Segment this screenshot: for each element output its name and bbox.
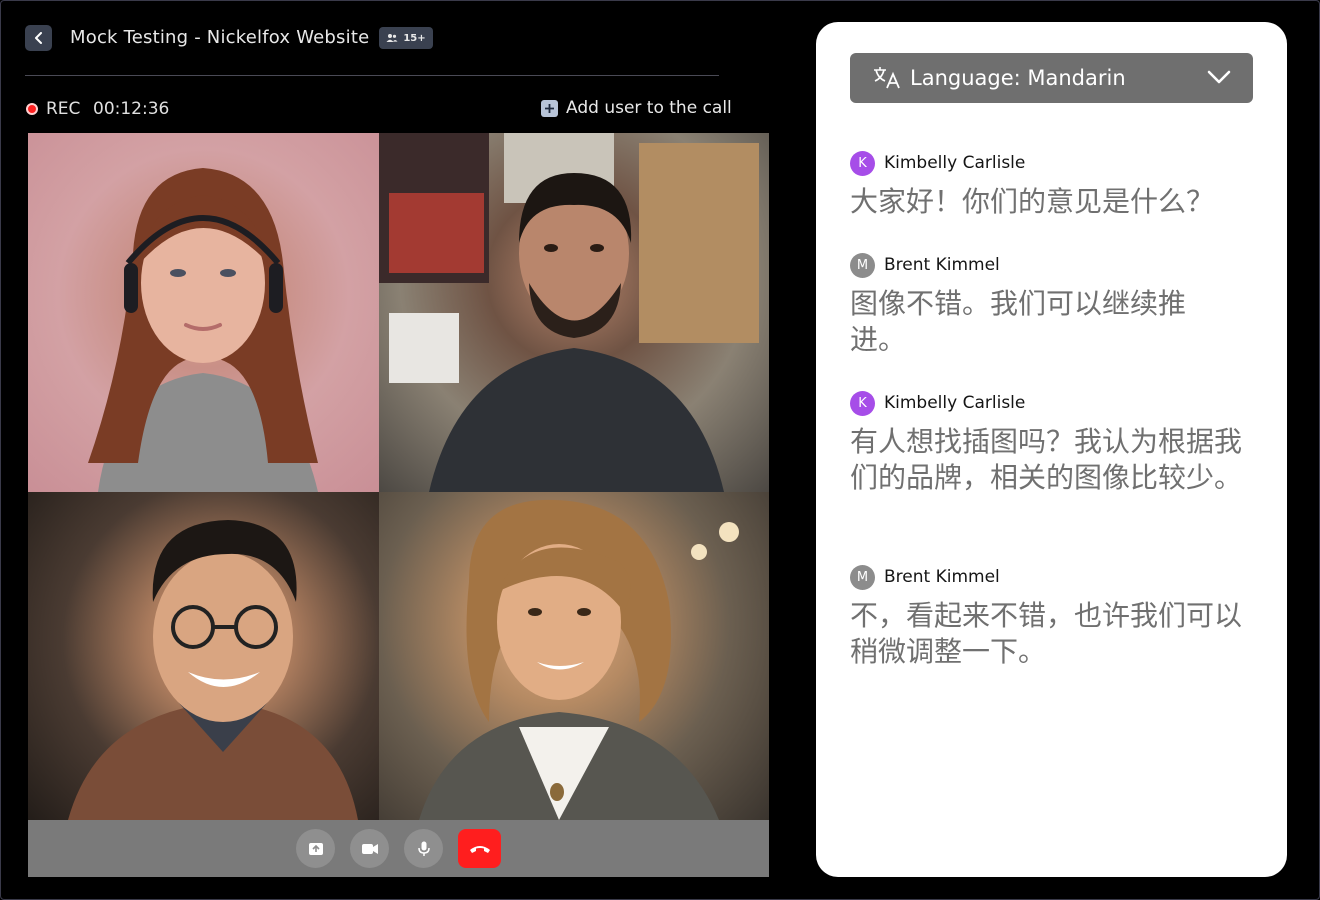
share-screen-button[interactable] (296, 829, 335, 868)
video-tile-participant[interactable] (379, 492, 769, 820)
header-divider (25, 75, 719, 76)
video-toggle-button[interactable] (350, 829, 389, 868)
meeting-title: Mock Testing - Nickelfox Website (70, 27, 370, 48)
video-tile-participant[interactable] (379, 133, 769, 492)
chevron-down-icon (1207, 70, 1231, 84)
message-text: 有人想找插图吗？我认为根据我们的品牌，相关的图像比较少。 (850, 425, 1243, 494)
app-window: Mock Testing - Nickelfox Website 15+ REC… (0, 0, 1320, 900)
video-tile-participant[interactable] (28, 133, 379, 492)
chat-message: K Kimbelly Carlisle 大家好！你们的意见是什么？ (850, 150, 1260, 220)
message-sender: Kimbelly Carlisle (884, 153, 1026, 173)
call-controls-bar (28, 820, 769, 877)
share-screen-icon (308, 842, 323, 855)
add-user-button[interactable]: Add user to the call (541, 97, 732, 119)
users-icon (386, 34, 398, 42)
avatar: K (850, 390, 875, 416)
translation-panel: Language: Mandarin K Kimbelly Carlisle 大… (816, 22, 1287, 877)
chat-message: K Kimbelly Carlisle 有人想找插图吗？我认为根据我们的品牌，相… (850, 390, 1260, 496)
participant-video-image (379, 133, 759, 492)
translate-icon (872, 66, 902, 90)
plus-icon (541, 99, 558, 117)
message-sender: Kimbelly Carlisle (884, 393, 1026, 413)
message-sender: Brent Kimmel (884, 255, 1000, 275)
participants-badge[interactable]: 15+ (379, 27, 433, 49)
end-call-icon (469, 845, 490, 853)
recording-timer: 00:12:36 (93, 99, 170, 119)
recording-dot-icon (26, 103, 38, 115)
avatar: K (850, 150, 875, 176)
avatar: M (850, 252, 875, 278)
chat-message: M Brent Kimmel 不，看起来不错，也许我们可以稍微调整一下。 (850, 564, 1260, 670)
participant-video-image (419, 499, 739, 820)
avatar: M (850, 564, 875, 590)
add-user-label: Add user to the call (566, 98, 732, 118)
message-text: 不，看起来不错，也许我们可以稍微调整一下。 (850, 599, 1243, 668)
language-select[interactable]: Language: Mandarin (850, 53, 1253, 103)
video-camera-icon (361, 843, 378, 854)
microphone-icon (417, 841, 430, 856)
message-text: 图像不错。我们可以继续推进。 (850, 287, 1187, 356)
back-button[interactable] (25, 25, 52, 51)
participant-video-image (68, 520, 358, 820)
video-tile-participant[interactable] (28, 492, 379, 820)
participants-count: 15+ (403, 32, 426, 44)
end-call-button[interactable] (458, 829, 501, 868)
participant-video-image (88, 168, 318, 492)
video-grid (28, 133, 769, 820)
chat-message: M Brent Kimmel 图像不错。我们可以继续推进。 (850, 252, 1260, 358)
message-sender: Brent Kimmel (884, 567, 1000, 587)
chevron-left-icon (34, 32, 42, 44)
microphone-toggle-button[interactable] (404, 829, 443, 868)
language-label: Language: Mandarin (910, 66, 1126, 90)
message-text: 大家好！你们的意见是什么？ (850, 185, 1215, 218)
recording-label: REC (46, 99, 81, 119)
